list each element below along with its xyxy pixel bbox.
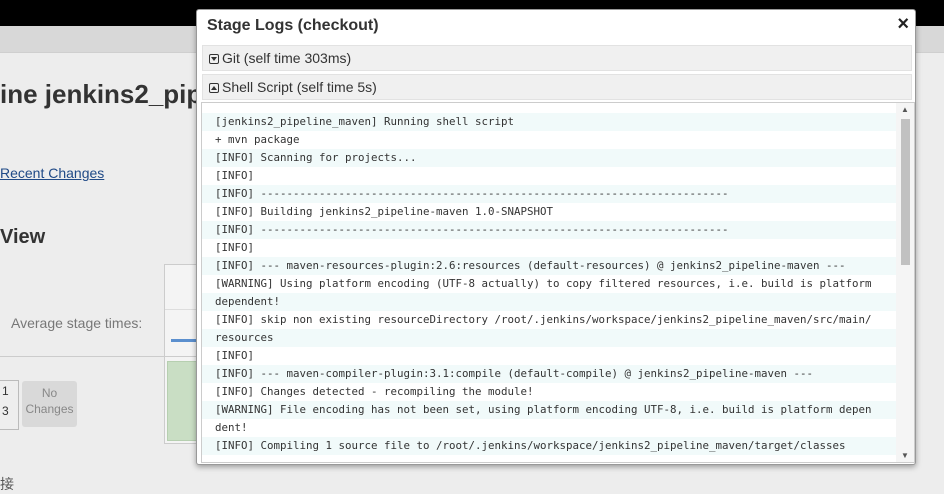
log-lines: [jenkins2_pipeline_maven] Running shell … [202, 113, 896, 455]
log-line: [WARNING] File encoding has not been set… [202, 401, 896, 419]
log-output[interactable]: [jenkins2_pipeline_maven] Running shell … [201, 102, 915, 463]
log-line: [INFO] [215, 169, 255, 182]
log-line: [INFO] --- maven-compiler-plugin:3.1:com… [202, 365, 896, 383]
step-git-label: Git (self time 303ms) [222, 50, 352, 66]
step-shell-script-label: Shell Script (self time 5s) [222, 79, 377, 95]
log-line: [INFO] [215, 241, 255, 254]
dialog-title: Stage Logs (checkout) [207, 17, 379, 34]
log-line: [INFO] Changes detected - recompiling th… [215, 385, 534, 398]
build-number-top: 1 [2, 384, 9, 398]
log-line: dent! [215, 421, 248, 434]
log-line: [INFO] ---------------------------------… [202, 221, 896, 239]
collapse-icon [209, 83, 219, 93]
log-line: dependent! [202, 293, 896, 311]
row-divider [0, 356, 200, 357]
log-line: resources [202, 329, 896, 347]
step-git[interactable]: Git (self time 303ms) [202, 45, 912, 71]
scroll-down-icon[interactable]: ▼ [901, 451, 909, 460]
log-line: [INFO] ---------------------------------… [202, 185, 896, 203]
no-changes-badge: No Changes [22, 381, 77, 427]
page-title: ine jenkins2_pip [0, 79, 203, 109]
build-badge[interactable]: 1 3 [0, 380, 19, 430]
close-icon[interactable]: × [897, 13, 909, 36]
log-line: [WARNING] Using platform encoding (UTF-8… [215, 277, 872, 290]
recent-changes-link[interactable]: Recent Changes [0, 165, 104, 181]
scroll-up-icon[interactable]: ▲ [901, 105, 909, 114]
log-line: [INFO] --- maven-resources-plugin:2.6:re… [202, 257, 896, 275]
stage-view-heading: View [0, 226, 46, 248]
stage-logs-dialog: Stage Logs (checkout) × Git (self time 3… [196, 9, 916, 465]
step-shell-script[interactable]: Shell Script (self time 5s) [202, 74, 912, 100]
log-line: + mvn package [215, 133, 300, 146]
average-stage-times-label: Average stage times: [11, 315, 143, 331]
scroll-thumb[interactable] [901, 119, 910, 265]
log-scrollbar[interactable]: ▲ ▼ [896, 103, 914, 462]
bottom-text: 接 [0, 476, 14, 492]
build-number-bottom: 3 [2, 404, 9, 418]
log-line: [jenkins2_pipeline_maven] Running shell … [202, 113, 896, 131]
log-line: [INFO] Scanning for projects... [202, 149, 896, 167]
expand-icon [209, 54, 219, 64]
log-line: [INFO] skip non existing resourceDirecto… [215, 313, 872, 326]
log-line: [INFO] [215, 349, 255, 362]
log-line: [INFO] Compiling 1 source file to /root/… [202, 437, 896, 455]
log-line: [INFO] Building jenkins2_pipeline-maven … [215, 205, 554, 218]
